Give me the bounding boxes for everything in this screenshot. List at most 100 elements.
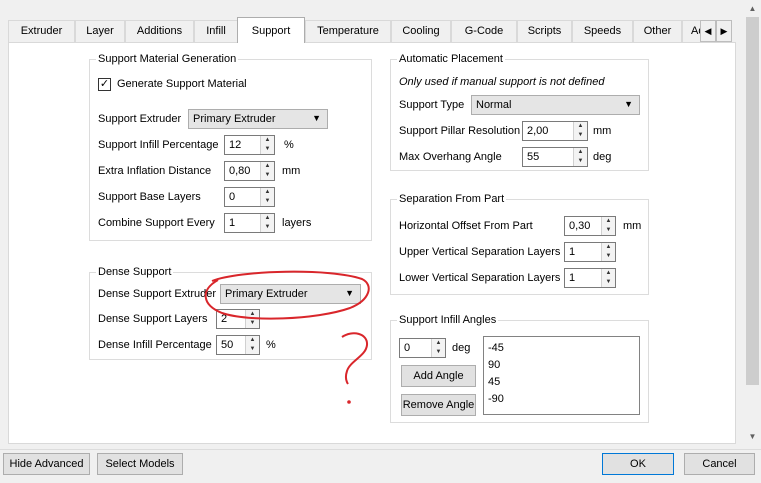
- select-models-button[interactable]: Select Models: [97, 453, 183, 475]
- arrow-up-icon[interactable]: ▲: [602, 217, 615, 226]
- arrow-down-icon[interactable]: ▼: [261, 145, 274, 154]
- combine-support-stepper[interactable]: 1 ▲ ▼: [224, 213, 275, 233]
- scrollbar-thumb[interactable]: [746, 17, 759, 385]
- support-type-value: Normal: [476, 99, 512, 111]
- arrow-down-icon[interactable]: ▼: [432, 348, 445, 357]
- dense-infill-pct-label: Dense Infill Percentage: [98, 339, 212, 351]
- arrow-up-icon[interactable]: ▲: [432, 339, 445, 348]
- angles-list[interactable]: -45 90 45 -90: [483, 336, 640, 415]
- tab-extruder[interactable]: Extruder: [8, 20, 75, 42]
- support-type-select[interactable]: Normal ▼: [471, 95, 640, 115]
- arrow-up-icon[interactable]: ▲: [261, 162, 274, 171]
- arrow-up-icon[interactable]: ▲: [261, 214, 274, 223]
- stepper-arrows[interactable]: ▲ ▼: [431, 339, 445, 357]
- arrow-down-icon[interactable]: ▼: [261, 197, 274, 206]
- upper-separation-label: Upper Vertical Separation Layers: [399, 246, 561, 258]
- dense-infill-pct-value: 50: [221, 339, 234, 351]
- tab-cooling[interactable]: Cooling: [391, 20, 451, 42]
- arrow-down-icon[interactable]: ▼: [246, 319, 259, 328]
- stepper-arrows[interactable]: ▲ ▼: [573, 148, 587, 166]
- scroll-down-icon[interactable]: ▼: [744, 428, 761, 445]
- tab-scripts[interactable]: Scripts: [517, 20, 572, 42]
- support-infill-pct-stepper[interactable]: 12 ▲ ▼: [224, 135, 275, 155]
- pillar-resolution-stepper[interactable]: 2,00 ▲ ▼: [522, 121, 588, 141]
- horizontal-offset-label: Horizontal Offset From Part: [399, 220, 533, 232]
- stepper-arrows[interactable]: ▲ ▼: [245, 336, 259, 354]
- dense-infill-pct-stepper[interactable]: 50 ▲ ▼: [216, 335, 260, 355]
- pillar-resolution-label: Support Pillar Resolution: [399, 125, 521, 137]
- stepper-arrows[interactable]: ▲ ▼: [601, 217, 615, 235]
- list-item[interactable]: 45: [484, 374, 639, 391]
- arrow-down-icon[interactable]: ▼: [261, 223, 274, 232]
- pillar-resolution-unit: mm: [593, 125, 612, 137]
- group-title: Automatic Placement: [397, 52, 505, 66]
- arrow-up-icon[interactable]: ▲: [574, 148, 587, 157]
- dense-support-layers-stepper[interactable]: 2 ▲ ▼: [216, 309, 260, 329]
- arrow-down-icon[interactable]: ▼: [246, 345, 259, 354]
- scroll-up-icon[interactable]: ▲: [744, 0, 761, 17]
- tab-gcode[interactable]: G-Code: [451, 20, 517, 42]
- arrow-up-icon[interactable]: ▲: [261, 136, 274, 145]
- extra-inflation-label: Extra Inflation Distance: [98, 165, 212, 177]
- angle-stepper[interactable]: 0 ▲ ▼: [399, 338, 446, 358]
- add-angle-button[interactable]: Add Angle: [401, 365, 476, 387]
- chevron-down-icon: ▼: [345, 288, 354, 298]
- group-title: Dense Support: [96, 265, 174, 279]
- ok-button[interactable]: OK: [602, 453, 674, 475]
- tab-layer[interactable]: Layer: [75, 20, 125, 42]
- tab-temperature[interactable]: Temperature: [305, 20, 391, 42]
- horizontal-offset-value: 0,30: [569, 220, 591, 232]
- arrow-up-icon[interactable]: ▲: [261, 188, 274, 197]
- list-item[interactable]: 90: [484, 357, 639, 374]
- stepper-arrows[interactable]: ▲ ▼: [245, 310, 259, 328]
- hide-advanced-button[interactable]: Hide Advanced: [3, 453, 90, 475]
- arrow-up-icon[interactable]: ▲: [246, 310, 259, 319]
- arrow-down-icon[interactable]: ▼: [574, 131, 587, 140]
- list-item[interactable]: -45: [484, 340, 639, 357]
- support-base-layers-stepper[interactable]: 0 ▲ ▼: [224, 187, 275, 207]
- angle-value: 0: [404, 342, 411, 354]
- lower-separation-stepper[interactable]: 1 ▲ ▼: [564, 268, 616, 288]
- arrow-down-icon[interactable]: ▼: [261, 171, 274, 180]
- arrow-up-icon[interactable]: ▲: [602, 243, 615, 252]
- stepper-arrows[interactable]: ▲ ▼: [601, 269, 615, 287]
- automatic-placement-group: Automatic Placement Only used if manual …: [390, 52, 649, 171]
- extra-inflation-stepper[interactable]: 0,80 ▲ ▼: [224, 161, 275, 181]
- arrow-up-icon[interactable]: ▲: [246, 336, 259, 345]
- chevron-right-icon: ▶: [720, 26, 728, 36]
- tab-scroll-right-button[interactable]: ▶: [716, 20, 732, 42]
- list-item[interactable]: -90: [484, 391, 639, 408]
- dense-support-extruder-select[interactable]: Primary Extruder ▼: [220, 284, 361, 304]
- tab-scroll-left-button[interactable]: ◀: [700, 20, 716, 42]
- support-extruder-select[interactable]: Primary Extruder ▼: [188, 109, 328, 129]
- vertical-scrollbar[interactable]: ▲ ▼: [744, 0, 761, 452]
- stepper-arrows[interactable]: ▲ ▼: [260, 162, 274, 180]
- support-infill-pct-value: 12: [229, 139, 242, 151]
- remove-angle-button[interactable]: Remove Angle: [401, 394, 476, 416]
- arrow-down-icon[interactable]: ▼: [602, 226, 615, 235]
- arrow-up-icon[interactable]: ▲: [602, 269, 615, 278]
- arrow-down-icon[interactable]: ▼: [574, 157, 587, 166]
- dense-support-layers-label: Dense Support Layers: [98, 313, 208, 325]
- stepper-arrows[interactable]: ▲ ▼: [260, 214, 274, 232]
- generate-support-checkbox[interactable]: ✓: [98, 78, 111, 91]
- combine-support-value: 1: [229, 217, 236, 229]
- extra-inflation-unit: mm: [282, 165, 301, 177]
- arrow-down-icon[interactable]: ▼: [602, 278, 615, 287]
- tab-infill[interactable]: Infill: [194, 20, 238, 42]
- chevron-left-icon: ◀: [704, 26, 712, 36]
- stepper-arrows[interactable]: ▲ ▼: [601, 243, 615, 261]
- tab-speeds[interactable]: Speeds: [572, 20, 633, 42]
- stepper-arrows[interactable]: ▲ ▼: [573, 122, 587, 140]
- cancel-button[interactable]: Cancel: [684, 453, 755, 475]
- tab-additions[interactable]: Additions: [125, 20, 194, 42]
- arrow-up-icon[interactable]: ▲: [574, 122, 587, 131]
- horizontal-offset-stepper[interactable]: 0,30 ▲ ▼: [564, 216, 616, 236]
- upper-separation-stepper[interactable]: 1 ▲ ▼: [564, 242, 616, 262]
- max-overhang-stepper[interactable]: 55 ▲ ▼: [522, 147, 588, 167]
- stepper-arrows[interactable]: ▲ ▼: [260, 188, 274, 206]
- tab-support[interactable]: Support: [237, 17, 305, 43]
- tab-other[interactable]: Other: [633, 20, 682, 42]
- arrow-down-icon[interactable]: ▼: [602, 252, 615, 261]
- stepper-arrows[interactable]: ▲ ▼: [260, 136, 274, 154]
